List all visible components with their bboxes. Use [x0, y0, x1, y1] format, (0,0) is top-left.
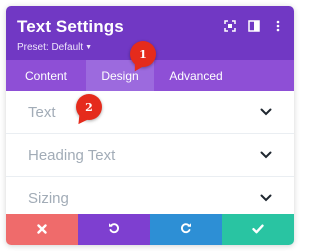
close-icon: [37, 221, 47, 239]
preset-selector[interactable]: Preset: Default ▼: [17, 42, 92, 53]
section-sizing[interactable]: Sizing: [6, 177, 294, 219]
more-vertical-icon[interactable]: [270, 18, 286, 34]
section-label: Text: [28, 103, 56, 121]
chevron-down-icon: [260, 194, 272, 202]
action-bar: [6, 214, 294, 245]
discard-button[interactable]: [6, 214, 78, 245]
chevron-down-icon: [260, 108, 272, 116]
annotation-badge-2: 2: [74, 94, 102, 128]
expand-icon[interactable]: [222, 18, 238, 34]
section-text[interactable]: Text: [6, 91, 294, 134]
caret-down-icon: ▼: [85, 44, 93, 51]
badge-number: 2: [85, 100, 93, 114]
badge-number: 1: [139, 47, 147, 61]
section-heading-text[interactable]: Heading Text: [6, 134, 294, 177]
section-label: Heading Text: [28, 146, 116, 164]
undo-icon: [108, 221, 120, 239]
redo-icon: [180, 221, 192, 239]
header-icons: [222, 18, 286, 34]
save-button[interactable]: [222, 214, 294, 245]
undo-button[interactable]: [78, 214, 150, 245]
redo-button[interactable]: [150, 214, 222, 245]
tab-advanced[interactable]: Advanced: [154, 60, 238, 91]
settings-sections: Text Heading Text Sizing: [6, 91, 294, 219]
text-settings-panel: Text Settings Preset: Default ▼ Content D…: [6, 6, 294, 245]
sidebar-layout-icon[interactable]: [246, 18, 262, 34]
check-icon: [252, 221, 264, 239]
preset-label: Preset: Default: [17, 42, 84, 53]
chevron-down-icon: [260, 151, 272, 159]
tab-content[interactable]: Content: [6, 60, 86, 91]
panel-title: Text Settings: [17, 17, 124, 36]
annotation-badge-1: 1: [130, 41, 156, 74]
section-label: Sizing: [28, 189, 69, 207]
